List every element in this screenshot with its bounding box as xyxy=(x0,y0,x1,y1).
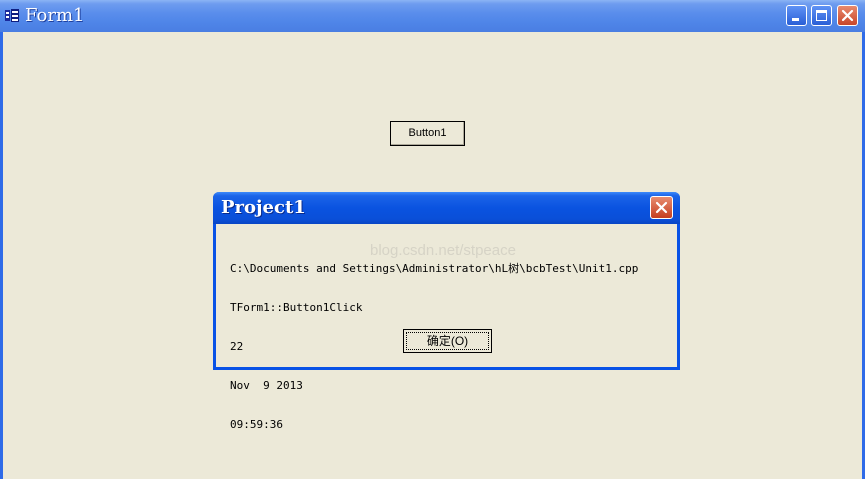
message-line-time: 09:59:36 xyxy=(230,418,283,431)
button1[interactable]: Button1 xyxy=(390,121,465,146)
message-line-date: Nov 9 2013 xyxy=(230,379,303,392)
dialog-titlebar[interactable]: Project1 xyxy=(213,192,680,224)
close-button[interactable] xyxy=(837,5,858,26)
maximize-button[interactable] xyxy=(811,5,832,26)
close-icon xyxy=(841,9,854,22)
dialog-title: Project1 xyxy=(221,197,306,218)
main-titlebar[interactable]: Form1 xyxy=(0,0,865,32)
maximize-icon xyxy=(816,10,827,21)
message-line-file: C:\Documents and Settings\Administrator\… xyxy=(230,262,639,275)
dialog-close-button[interactable] xyxy=(650,196,673,219)
borland-app-icon xyxy=(5,9,19,22)
message-line-function: TForm1::Button1Click xyxy=(230,301,363,314)
close-icon xyxy=(655,201,668,214)
ok-focus-rect xyxy=(406,332,489,350)
message-dialog: Project1 blog.csdn.net/stpeace C:\Docume… xyxy=(213,192,680,431)
ok-button[interactable]: 确定(O) xyxy=(403,329,492,353)
window-title: Form1 xyxy=(25,5,85,26)
minimize-button[interactable] xyxy=(786,5,807,26)
minimize-icon xyxy=(792,18,799,21)
